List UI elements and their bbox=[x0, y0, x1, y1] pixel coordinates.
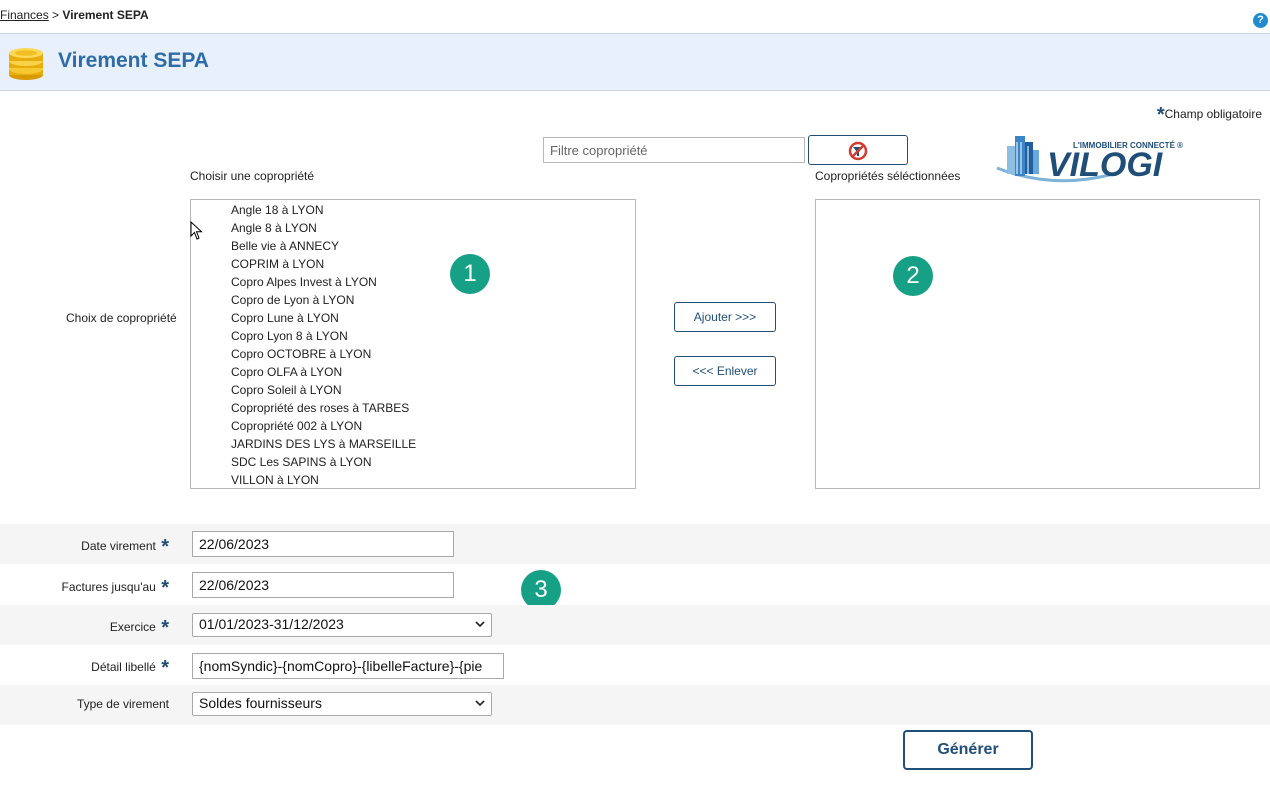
factures-field[interactable] bbox=[192, 572, 454, 598]
list-item[interactable]: COPRIM à LYON bbox=[191, 255, 635, 273]
required-star: * bbox=[161, 536, 169, 558]
list-item[interactable]: Copropriété des roses à TARBES bbox=[191, 399, 635, 417]
detail-label: Détail libellé * bbox=[91, 657, 169, 680]
list-item[interactable]: SDC Les SAPINS à LYON bbox=[191, 453, 635, 471]
available-copro-list[interactable]: Angle 18 à LYON Angle 8 à LYON Belle vie à… bbox=[190, 199, 636, 489]
selected-list-title: Copropriétés séléctionnées bbox=[815, 169, 961, 183]
date-virement-field[interactable] bbox=[192, 531, 454, 557]
logo-brand: VILOGI bbox=[1047, 146, 1164, 184]
page-header: Virement SEPA bbox=[0, 33, 1270, 91]
exercice-label: Exercice * bbox=[110, 617, 169, 640]
form-row-exercice: Exercice * 01/01/2023-31/12/2023 bbox=[0, 605, 1270, 645]
exercice-value: 01/01/2023-31/12/2023 bbox=[199, 616, 344, 632]
form-row-type: Type de virement Soldes fournisseurs bbox=[0, 685, 1270, 725]
date-virement-label-text: Date virement bbox=[81, 539, 156, 553]
list-item[interactable]: Copro Lune à LYON bbox=[191, 309, 635, 327]
step-badge-1: 1 bbox=[450, 254, 490, 294]
date-virement-label: Date virement * bbox=[81, 536, 169, 559]
exercice-label-text: Exercice bbox=[109, 620, 156, 634]
vilogi-logo: L'IMMOBILIER CONNECTÉ ® VILOGI bbox=[996, 136, 1183, 184]
required-star: * bbox=[161, 617, 169, 639]
required-note-text: Champ obligatoire bbox=[1164, 107, 1262, 121]
list-item[interactable]: Copro OLFA à LYON bbox=[191, 363, 635, 381]
list-item[interactable]: Copro Soleil à LYON bbox=[191, 381, 635, 399]
available-items: Angle 18 à LYON Angle 8 à LYON Belle vie à… bbox=[191, 200, 635, 488]
detail-label-text: Détail libellé bbox=[91, 660, 156, 674]
copro-choice-label: Choix de copropriété bbox=[66, 311, 177, 325]
required-star: * bbox=[161, 657, 169, 679]
list-item[interactable]: JARDINS DES LYS à MARSEILLE bbox=[191, 435, 635, 453]
required-star: * bbox=[1156, 104, 1165, 126]
breadcrumb-separator: > bbox=[52, 8, 60, 22]
mouse-cursor-icon bbox=[190, 221, 203, 240]
breadcrumb-link-finances[interactable]: Finances bbox=[0, 8, 49, 22]
add-copro-button[interactable]: Ajouter >>> bbox=[674, 302, 776, 332]
form-row-detail: Détail libellé * bbox=[0, 645, 1270, 685]
clear-filter-button[interactable] bbox=[808, 135, 908, 165]
breadcrumb: Finances > Virement SEPA bbox=[0, 8, 149, 22]
factures-label: Factures jusqu'au * bbox=[62, 577, 169, 600]
breadcrumb-current: Virement SEPA bbox=[62, 8, 149, 22]
type-virement-select[interactable]: Soldes fournisseurs bbox=[192, 692, 492, 716]
type-label: Type de virement bbox=[76, 697, 169, 711]
help-icon[interactable]: ? bbox=[1253, 13, 1268, 28]
list-item[interactable]: Copro Alpes Invest à LYON bbox=[191, 273, 635, 291]
form-row-factures: Factures jusqu'au * bbox=[0, 565, 1270, 605]
selected-copro-list[interactable] bbox=[815, 199, 1260, 489]
list-item[interactable]: Copropriété 002 à LYON bbox=[191, 417, 635, 435]
coins-icon bbox=[9, 48, 43, 80]
required-field-note: *Champ obligatoire bbox=[1157, 104, 1262, 127]
list-item[interactable]: VILLON à LYON bbox=[191, 471, 635, 488]
factures-label-text: Factures jusqu'au bbox=[61, 580, 156, 594]
required-star: * bbox=[161, 577, 169, 599]
copro-filter-input[interactable] bbox=[543, 137, 805, 163]
available-list-title: Choisir une copropriété bbox=[190, 169, 315, 183]
page-title: Virement SEPA bbox=[58, 49, 209, 72]
chevron-down-icon bbox=[475, 621, 485, 628]
list-item[interactable]: Angle 18 à LYON bbox=[191, 201, 635, 219]
list-item[interactable]: Copro OCTOBRE à LYON bbox=[191, 345, 635, 363]
step-badge-2: 2 bbox=[893, 256, 933, 296]
form-row-date-virement: Date virement * bbox=[0, 524, 1270, 564]
chevron-down-icon bbox=[475, 700, 485, 707]
clear-filter-icon bbox=[848, 141, 868, 161]
detail-libelle-field[interactable] bbox=[192, 653, 504, 679]
list-item[interactable]: Copro Lyon 8 à LYON bbox=[191, 327, 635, 345]
list-item[interactable]: Copro de Lyon à LYON bbox=[191, 291, 635, 309]
list-item[interactable]: Angle 8 à LYON bbox=[191, 219, 635, 237]
generate-button[interactable]: Générer bbox=[903, 730, 1033, 770]
list-item[interactable]: Belle vie à ANNECY bbox=[191, 237, 635, 255]
exercice-select[interactable]: 01/01/2023-31/12/2023 bbox=[192, 613, 492, 637]
remove-copro-button[interactable]: <<< Enlever bbox=[674, 356, 776, 386]
type-virement-value: Soldes fournisseurs bbox=[199, 695, 322, 711]
